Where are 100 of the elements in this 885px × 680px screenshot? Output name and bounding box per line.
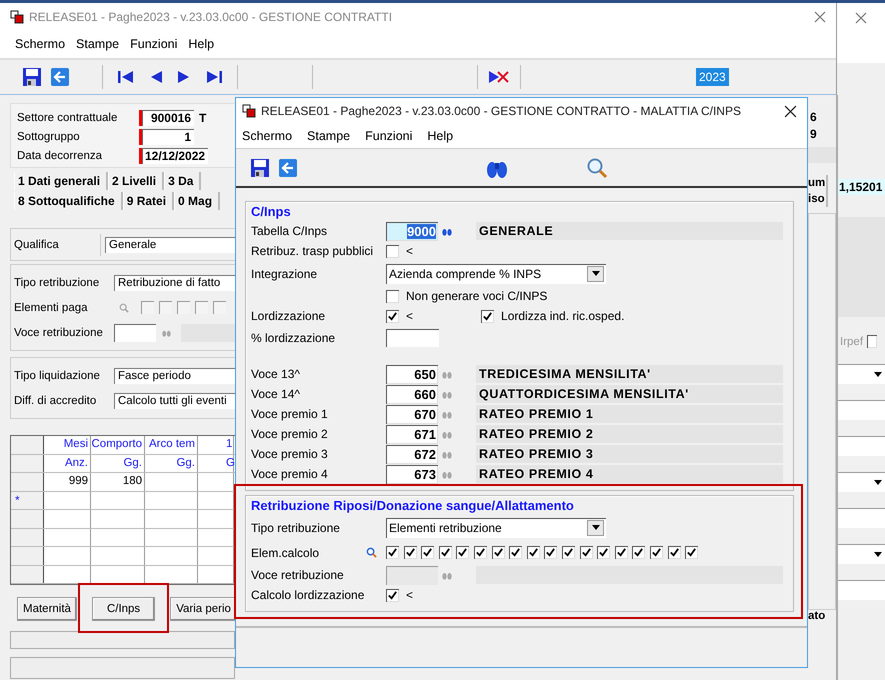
checkbox[interactable] (668, 546, 680, 559)
close-icon[interactable] (784, 104, 797, 118)
push-button[interactable]: Maternità (17, 597, 77, 621)
menu-item[interactable]: Schermo (15, 37, 66, 51)
section-heading: Retribuzione Riposi/Donazione sangue/Allattamento (251, 497, 575, 515)
checkbox[interactable] (474, 546, 487, 559)
code-field[interactable]: 9000 (386, 222, 438, 240)
code-field[interactable]: 672 (386, 444, 438, 464)
checkbox[interactable] (438, 546, 452, 559)
checkbox[interactable] (386, 588, 399, 602)
next-icon[interactable] (177, 69, 191, 85)
save-icon[interactable] (250, 158, 270, 178)
checkbox[interactable] (386, 310, 399, 322)
code-field[interactable]: 900016 (139, 110, 194, 126)
text-field[interactable] (838, 508, 885, 528)
dropdown[interactable]: Elementi retribuzione (386, 518, 606, 538)
field-value: 6 (809, 109, 817, 126)
checkbox[interactable] (685, 546, 698, 559)
checkbox[interactable] (509, 546, 522, 559)
dropdown[interactable] (838, 364, 885, 384)
dropdown[interactable] (838, 544, 885, 564)
field-label: Voce 13^ (251, 367, 300, 381)
first-record-icon[interactable] (117, 69, 135, 85)
code-field[interactable]: 670 (386, 404, 438, 424)
row-header: * (11, 492, 44, 509)
code-field[interactable]: 12/12/2022 (139, 148, 208, 164)
save-icon[interactable] (22, 67, 42, 87)
checkbox[interactable] (481, 310, 494, 322)
menu-item[interactable]: Funzioni (130, 37, 178, 51)
checkbox[interactable] (562, 546, 575, 559)
text-field[interactable]: Fasce periodo (114, 368, 235, 384)
checkbox[interactable] (867, 335, 878, 348)
checkbox[interactable] (386, 244, 399, 258)
field-label: Voce premio 1 (251, 407, 328, 421)
checkbox[interactable] (614, 546, 628, 559)
code-field[interactable]: 660 (386, 384, 438, 404)
code-field[interactable] (114, 324, 156, 342)
code-field[interactable]: 1 (139, 128, 194, 144)
tab[interactable]: 9 Ratei (122, 192, 174, 210)
search-icon[interactable] (366, 547, 377, 558)
menu-item[interactable]: Funzioni (365, 129, 412, 143)
checkbox[interactable] (213, 301, 226, 314)
checkbox[interactable] (386, 546, 399, 559)
field-label: Voce premio 2 (251, 427, 328, 441)
back-icon[interactable] (278, 158, 298, 178)
dropdown[interactable] (838, 472, 885, 492)
text-field[interactable] (838, 436, 885, 456)
tab[interactable]: 2 Livelli (108, 172, 164, 190)
checkbox[interactable] (141, 301, 154, 314)
dropdown-arrow-icon (874, 372, 882, 377)
checkbox[interactable] (386, 290, 399, 302)
checkbox[interactable] (544, 546, 558, 559)
row-header (11, 436, 44, 454)
stop-icon[interactable] (488, 69, 510, 85)
checkbox[interactable] (526, 546, 540, 559)
menu-item[interactable]: Help (188, 37, 214, 51)
checkbox[interactable] (632, 546, 646, 559)
text-field[interactable]: Generale (105, 236, 235, 252)
checkbox[interactable] (195, 301, 208, 314)
checkbox[interactable] (177, 301, 190, 314)
checkbox[interactable] (580, 546, 593, 559)
back-icon[interactable] (50, 67, 70, 87)
checkbox[interactable] (421, 546, 434, 559)
menu-item[interactable]: Help (427, 129, 454, 143)
field-label: Elementi paga (14, 302, 89, 314)
tab[interactable]: 8 Sottoqualifiche (14, 192, 123, 210)
menu-item[interactable]: Stampe (76, 37, 120, 51)
search-icon[interactable] (586, 156, 608, 178)
text-field[interactable]: Retribuzione di fatto (114, 274, 235, 290)
menu-item[interactable]: Schermo (242, 129, 292, 143)
field-label: Settore contrattuale (17, 112, 118, 124)
input-field[interactable] (386, 329, 439, 347)
push-button[interactable]: Varia perio (170, 597, 235, 621)
field-label: Voce retribuzione (251, 568, 344, 582)
checkbox[interactable] (159, 301, 172, 314)
field-label: Retribuz. trasp pubblici (251, 244, 374, 258)
checkbox[interactable] (404, 546, 417, 559)
checkbox[interactable] (492, 546, 505, 559)
field-label: Qualifica (14, 234, 101, 256)
text-field[interactable]: Calcolo tutti gli eventi (114, 392, 235, 408)
dropdown[interactable]: Azienda comprende % INPS (386, 264, 606, 284)
tab[interactable]: 0 Mag (174, 192, 220, 210)
code-field[interactable]: 671 (386, 424, 438, 444)
tab[interactable]: 1 Dati generali (14, 172, 108, 190)
text-field[interactable] (838, 580, 885, 600)
text-field[interactable] (838, 400, 885, 420)
tab[interactable]: 3 Da (164, 172, 202, 190)
checkbox[interactable] (597, 546, 610, 559)
tab[interactable]: ato (808, 610, 826, 622)
checkbox[interactable] (650, 546, 663, 559)
code-field[interactable]: 673 (386, 464, 438, 484)
number-field[interactable]: 1,15201 (838, 179, 885, 195)
menu-item[interactable]: Stampe (307, 129, 350, 143)
push-button[interactable]: C/Inps (92, 597, 156, 621)
code-field[interactable]: 650 (386, 364, 438, 384)
last-record-icon[interactable] (205, 69, 223, 85)
previous-icon[interactable] (149, 69, 163, 85)
field-label: Data decorrenza (17, 150, 104, 162)
checkbox[interactable] (456, 546, 470, 559)
field-label: Voce premio 3 (251, 447, 328, 461)
